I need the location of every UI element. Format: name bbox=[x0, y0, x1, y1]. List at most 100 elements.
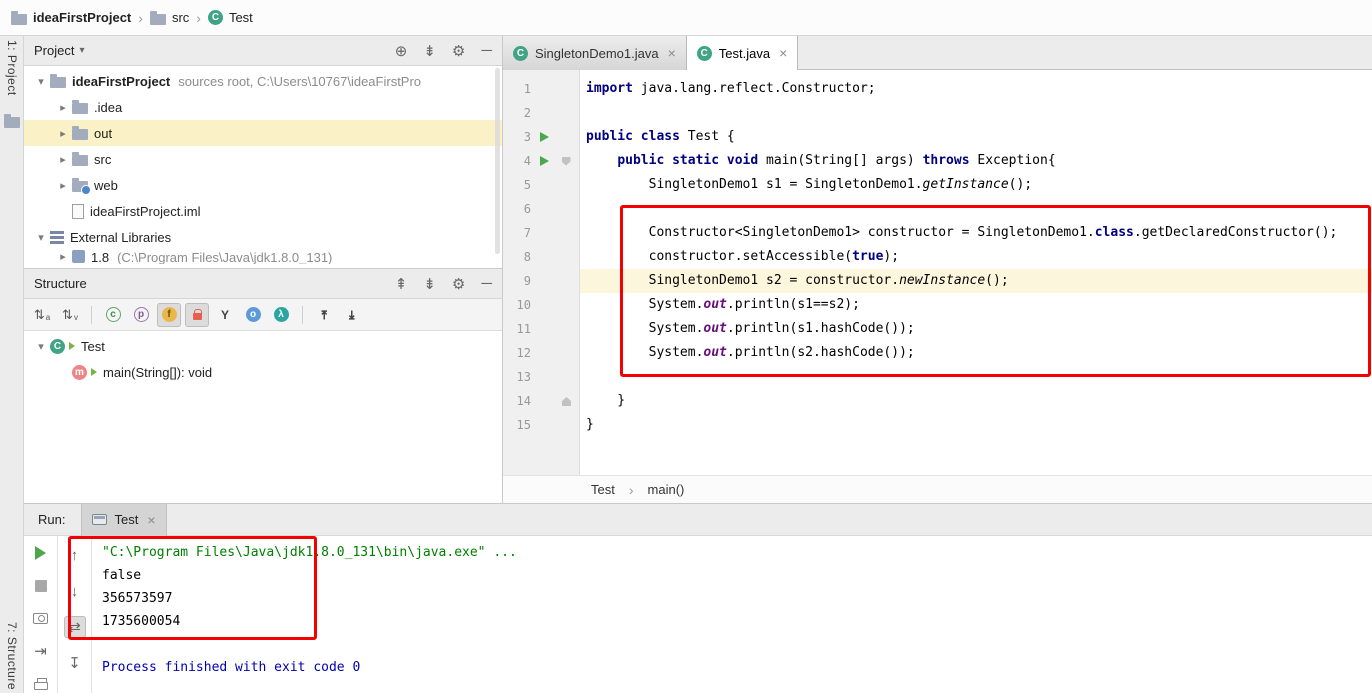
editor-gutter: 1 2 3 4 5 6 7 8 9 10 11 12 13 14 15 bbox=[503, 70, 580, 475]
code-line-12[interactable]: System.out.println(s2.hashCode()); bbox=[580, 341, 1372, 365]
editor-tab-test-java[interactable]: C Test.java × bbox=[686, 36, 799, 70]
breadcrumb-item-test[interactable]: C Test bbox=[205, 8, 256, 27]
show-lambdas-button[interactable]: λ bbox=[269, 303, 293, 327]
chevron-right-icon[interactable]: ▸ bbox=[54, 127, 72, 140]
group-by-inheritance-button[interactable]: Y bbox=[213, 303, 237, 327]
structure-item-test[interactable]: ▾ C Test bbox=[24, 333, 502, 359]
editor-breadcrumb-main[interactable]: main() bbox=[648, 482, 685, 497]
scroll-to-end-button[interactable]: ↧ bbox=[64, 652, 86, 674]
show-anonymous-classes-button[interactable]: o bbox=[241, 303, 265, 327]
show-classes-button[interactable]: c bbox=[101, 303, 125, 327]
code-line-4[interactable]: public static void main(String[] args) t… bbox=[580, 149, 1372, 173]
settings-icon[interactable]: ⚙ bbox=[452, 275, 465, 293]
code-line-2[interactable] bbox=[580, 101, 1372, 125]
settings-icon[interactable]: ⚙ bbox=[452, 42, 465, 60]
show-properties-button[interactable]: p bbox=[129, 303, 153, 327]
code-token: System. bbox=[586, 297, 704, 312]
rerun-button[interactable] bbox=[30, 544, 52, 563]
stop-button[interactable] bbox=[30, 577, 52, 596]
code-token: out bbox=[703, 297, 727, 312]
code-line-3[interactable]: public class Test { bbox=[580, 125, 1372, 149]
run-line-icon[interactable] bbox=[539, 132, 549, 142]
chevron-down-icon[interactable]: ▾ bbox=[32, 231, 50, 244]
code-line-1[interactable]: import java.lang.reflect.Constructor; bbox=[580, 77, 1372, 101]
code-area[interactable]: import java.lang.reflect.Constructor; pub… bbox=[580, 70, 1372, 475]
soft-wrap-button[interactable]: ⇄ bbox=[63, 616, 86, 638]
stripe-project-button[interactable]: 1: Project bbox=[0, 40, 24, 96]
open-results-button[interactable]: ⇥ bbox=[30, 642, 52, 661]
chevron-down-icon[interactable]: ▾ bbox=[79, 45, 84, 56]
locate-icon[interactable]: ⊕ bbox=[395, 42, 408, 60]
structure-item-main-string-void[interactable]: m main(String[]): void bbox=[24, 359, 502, 385]
autoscroll-from-source-button[interactable]: ⇥ bbox=[340, 303, 364, 327]
project-item-src[interactable]: ▸ src bbox=[24, 146, 502, 172]
chevron-right-icon[interactable]: ▸ bbox=[54, 250, 72, 263]
console-line-2: false bbox=[102, 568, 142, 583]
camera-icon bbox=[33, 612, 48, 624]
stripe-structure-button[interactable]: 7: Structure bbox=[0, 622, 24, 690]
prev-occurrence-button[interactable]: ↑ bbox=[64, 544, 86, 566]
hide-icon[interactable]: ─ bbox=[481, 42, 492, 59]
code-token: out bbox=[703, 345, 727, 360]
code-line-10[interactable]: System.out.println(s1==s2); bbox=[580, 293, 1372, 317]
project-item-external-libraries[interactable]: ▾ External Libraries bbox=[24, 224, 502, 250]
code-line-5[interactable]: SingletonDemo1 s1 = SingletonDemo1.getIn… bbox=[580, 173, 1372, 197]
code-line-9[interactable]: SingletonDemo1 s2 = constructor.newInsta… bbox=[580, 269, 1372, 293]
code-line-15[interactable]: } bbox=[580, 413, 1372, 437]
code-line-13[interactable] bbox=[580, 365, 1372, 389]
chevron-down-icon[interactable]: ▾ bbox=[32, 340, 50, 353]
project-item-ideafirstproject-iml[interactable]: ideaFirstProject.iml bbox=[24, 198, 502, 224]
run-tab-test[interactable]: Test × bbox=[81, 503, 167, 536]
breadcrumb-item-ideafirstproject[interactable]: ideaFirstProject bbox=[8, 8, 134, 27]
close-icon[interactable]: × bbox=[668, 45, 676, 61]
console-output[interactable]: "C:\Program Files\Java\jdk1.8.0_131\bin\… bbox=[92, 536, 1372, 693]
expand-all-icon[interactable]: ⇞ bbox=[395, 275, 408, 293]
project-item-1-8[interactable]: ▸ 1.8 (C:\Program Files\Java\jdk1.8.0_131) bbox=[24, 250, 502, 264]
code-line-6[interactable] bbox=[580, 197, 1372, 221]
chevron-right-icon[interactable]: ▸ bbox=[54, 101, 72, 114]
gutter-row-10: 10 bbox=[503, 293, 579, 317]
editor-breadcrumbs: Test › main() bbox=[503, 475, 1372, 503]
chevron-right-icon[interactable]: ▸ bbox=[54, 153, 72, 166]
project-item-idea[interactable]: ▸ .idea bbox=[24, 94, 502, 120]
tab-label: SingletonDemo1.java bbox=[535, 45, 659, 61]
chevron-down-icon[interactable]: ▾ bbox=[32, 75, 50, 88]
collapse-all-icon[interactable]: ⇟ bbox=[423, 275, 436, 293]
show-non-public-button[interactable] bbox=[185, 302, 209, 327]
code-token: main(String[] args) bbox=[758, 153, 923, 168]
run-line-icon[interactable] bbox=[539, 156, 549, 166]
app-window-icon bbox=[92, 514, 108, 525]
code-line-8[interactable]: constructor.setAccessible(true); bbox=[580, 245, 1372, 269]
method-icon: m bbox=[72, 364, 87, 380]
autoscroll-to-source-button[interactable]: ⇥ bbox=[312, 303, 336, 327]
code-line-14[interactable]: } bbox=[580, 389, 1372, 413]
thread-dump-button[interactable] bbox=[30, 609, 52, 628]
project-tool-icon[interactable] bbox=[4, 114, 20, 128]
code-line-7[interactable]: Constructor<SingletonDemo1> constructor … bbox=[580, 221, 1372, 245]
editor-breadcrumb-test[interactable]: Test bbox=[591, 482, 615, 497]
print-button[interactable] bbox=[30, 674, 52, 693]
show-fields-button[interactable]: f bbox=[157, 302, 181, 327]
close-icon[interactable]: × bbox=[147, 512, 155, 528]
sort-by-visibility-button[interactable]: ⇅ v bbox=[58, 303, 82, 327]
next-occurrence-button[interactable]: ↓ bbox=[64, 580, 86, 602]
folder-icon bbox=[149, 10, 166, 25]
chevron-right-icon[interactable]: ▸ bbox=[54, 179, 72, 192]
folder-icon bbox=[72, 152, 88, 166]
collapse-all-icon[interactable]: ⇟ bbox=[423, 42, 436, 60]
project-item-ideafirstproject[interactable]: ▾ ideaFirstProject sources root, C:\Users\… bbox=[24, 68, 502, 94]
fold-down-icon[interactable] bbox=[561, 156, 571, 166]
project-tree-scrollbar[interactable] bbox=[495, 68, 500, 254]
code-line-11[interactable]: System.out.println(s1.hashCode()); bbox=[580, 317, 1372, 341]
sort-alphabetically-button[interactable]: ⇅ a bbox=[30, 303, 54, 327]
tree-item-label: ideaFirstProject.iml bbox=[90, 203, 201, 219]
breadcrumb-item-src[interactable]: src bbox=[147, 8, 192, 27]
close-icon[interactable]: × bbox=[779, 45, 787, 61]
project-item-out[interactable]: ▸ out bbox=[24, 120, 502, 146]
line-number: 4 bbox=[523, 154, 531, 168]
fold-up-icon[interactable] bbox=[562, 397, 571, 406]
project-item-web[interactable]: ▸ web bbox=[24, 172, 502, 198]
tree-item-label: .idea bbox=[94, 99, 123, 115]
hide-icon[interactable]: ─ bbox=[481, 275, 492, 292]
editor-tab-singletondemo1-java[interactable]: C SingletonDemo1.java × bbox=[503, 36, 687, 70]
